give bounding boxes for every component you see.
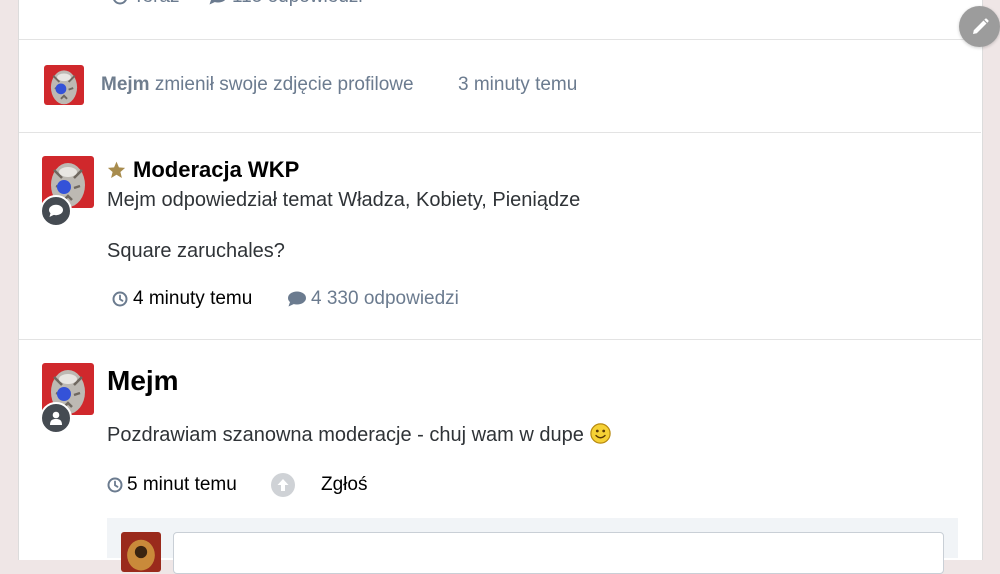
reply-badge xyxy=(40,195,72,227)
user-link[interactable]: Mejm xyxy=(107,189,156,211)
divider xyxy=(19,39,981,40)
user-icon xyxy=(49,411,63,425)
profile-update-action: zmienił swoje zdjęcie profilowe xyxy=(154,74,414,95)
reply-excerpt: Square zaruchales? xyxy=(107,240,285,262)
divider xyxy=(19,339,981,340)
comment-input[interactable] xyxy=(173,532,944,574)
status-message: Pozdrawiam szanowna moderacje - chuj wam… xyxy=(107,424,584,446)
item-time: Teraz xyxy=(133,0,179,9)
item-replies: 115 odpowiedzi xyxy=(232,0,363,9)
comment-icon xyxy=(208,0,228,5)
edit-fab-button[interactable] xyxy=(959,6,1000,47)
clock-icon xyxy=(112,291,128,307)
reply-verb: odpowiedział temat xyxy=(161,189,333,211)
divider xyxy=(19,132,981,133)
status-badge xyxy=(40,402,72,434)
forum-title-link[interactable]: Moderacja WKP xyxy=(133,156,299,184)
reply-summary: Mejm odpowiedział temat Władza, Kobiety,… xyxy=(107,187,580,213)
status-author-link[interactable]: Mejm xyxy=(107,364,179,398)
profile-update-line: Mejm zmienił swoje zdjęcie profilowe xyxy=(101,73,414,97)
item-time-link[interactable]: 4 minuty temu xyxy=(133,287,252,311)
avatar[interactable] xyxy=(44,65,84,105)
speech-bubble-icon xyxy=(48,204,64,218)
avatar xyxy=(121,532,161,572)
smiley-emoji-icon xyxy=(590,423,611,444)
user-link[interactable]: Mejm xyxy=(101,74,150,95)
star-icon xyxy=(107,161,126,179)
item-time-link[interactable]: 5 minut temu xyxy=(127,473,237,497)
item-replies: 4 330 odpowiedzi xyxy=(311,288,459,309)
arrow-up-circle-icon[interactable] xyxy=(271,473,295,497)
clock-icon xyxy=(107,477,123,493)
item-time: 3 minuty temu xyxy=(458,74,578,95)
pencil-icon xyxy=(970,17,990,37)
status-text: Pozdrawiam szanowna moderacje - chuj wam… xyxy=(107,422,611,448)
report-link[interactable]: Zgłoś xyxy=(321,473,367,497)
topic-link[interactable]: Władza, Kobiety, Pieniądze xyxy=(338,189,580,211)
clock-icon xyxy=(112,0,128,5)
comment-icon xyxy=(287,291,307,307)
